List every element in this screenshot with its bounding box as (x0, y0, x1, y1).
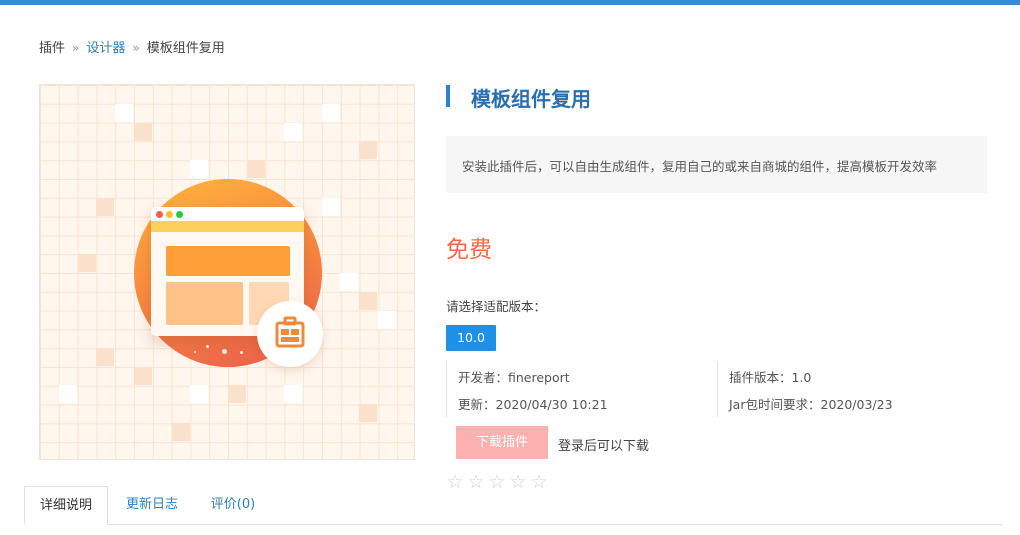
breadcrumb-item-designer[interactable]: 设计器 (86, 41, 125, 56)
grid-tile (378, 311, 396, 329)
update-time: 更新：2020/04/30 10:21 (458, 397, 608, 412)
grid-tile (247, 160, 265, 178)
grid-tile (96, 348, 114, 366)
description-box: 安装此插件后，可以自由生成组件，复用自己的或来自商城的组件，提高模板开发效率 (446, 136, 987, 193)
breadcrumb-item-current: 模板组件复用 (146, 41, 225, 56)
tab-reviews[interactable]: 评价(0) (196, 486, 270, 525)
meta-column-right: 插件版本：1.0 Jar包时间要求：2020/03/23 (717, 361, 893, 417)
breadcrumb-separator: » (72, 41, 80, 55)
star-icon[interactable]: ☆ (508, 471, 529, 493)
plugin-version-info: 插件版本：1.0 (729, 370, 812, 385)
briefcase-icon (275, 316, 305, 348)
briefcase-badge (257, 301, 323, 367)
top-accent-bar (0, 0, 1020, 5)
version-select-label: 请选择适配版本： (446, 299, 547, 314)
grid-tile (134, 123, 152, 141)
grid-tile (115, 104, 133, 122)
plugin-illustration (39, 84, 415, 460)
meta-column-left: 开发者：finereport 更新：2020/04/30 10:21 (446, 361, 608, 417)
login-tip[interactable]: 登录后可以下载 (558, 435, 649, 454)
window-dot-green (176, 211, 183, 218)
sparkle (206, 345, 209, 348)
window-dot-yellow (166, 211, 173, 218)
grid-tile (340, 273, 358, 291)
title-accent-bar (446, 85, 450, 107)
breadcrumb: 插件 » 设计器 » 模板组件复用 (39, 37, 225, 56)
tab-details[interactable]: 详细说明 (24, 486, 108, 525)
grid-tile (322, 198, 340, 216)
grid-tile (322, 104, 340, 122)
jar-requirement-info: Jar包时间要求：2020/03/23 (729, 397, 893, 412)
grid-tile (228, 385, 246, 403)
download-button[interactable]: 下载插件 (456, 426, 548, 459)
grid-tile (190, 160, 208, 178)
rating-stars: ☆ ☆ ☆ ☆ ☆ (445, 471, 550, 493)
star-icon[interactable]: ☆ (445, 471, 466, 493)
window-banner-block (166, 246, 290, 276)
price-label: 免费 (446, 237, 492, 263)
star-icon[interactable]: ☆ (487, 471, 508, 493)
grid-tile (96, 198, 114, 216)
star-icon[interactable]: ☆ (466, 471, 487, 493)
grid-tile (59, 385, 77, 403)
developer-info: 开发者：finereport (458, 370, 570, 385)
version-option-10[interactable]: 10.0 (446, 325, 496, 351)
sparkle (222, 349, 227, 354)
window-content-block (166, 282, 243, 325)
grid-tile (359, 404, 377, 422)
grid-tile (359, 141, 377, 159)
tab-changelog[interactable]: 更新日志 (114, 486, 190, 525)
grid-tile (172, 423, 190, 441)
breadcrumb-separator: » (132, 41, 140, 55)
grid-tile (134, 367, 152, 385)
sparkle (194, 351, 196, 353)
grid-tile (78, 254, 96, 272)
breadcrumb-item-plugins[interactable]: 插件 (39, 41, 65, 56)
grid-tile (359, 292, 377, 310)
window-strip (151, 221, 304, 232)
grid-tile (190, 385, 208, 403)
star-icon[interactable]: ☆ (529, 471, 550, 493)
grid-tile (284, 385, 302, 403)
sparkle (240, 351, 243, 354)
plugin-description: 安装此插件后，可以自由生成组件，复用自己的或来自商城的组件，提高模板开发效率 (462, 159, 938, 174)
plugin-title: 模板组件复用 (471, 87, 591, 111)
window-dot-red (156, 211, 163, 218)
grid-tile (284, 123, 302, 141)
window-titlebar (151, 207, 304, 221)
